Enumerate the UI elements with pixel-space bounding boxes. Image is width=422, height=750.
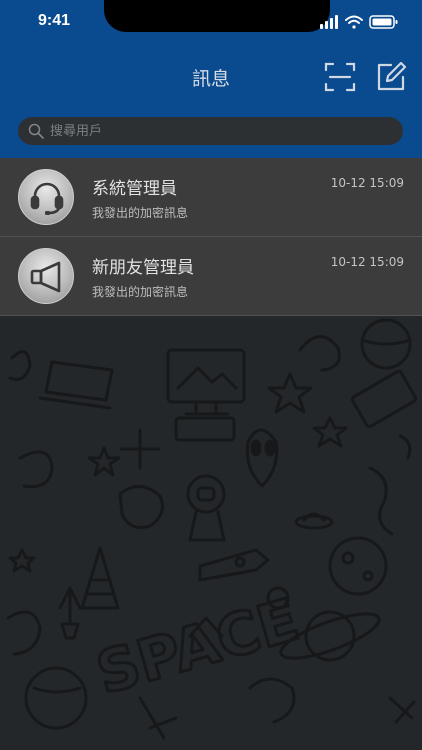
avatar [18,248,74,304]
conversation-time: 10-12 15:09 [330,176,404,190]
app-header: 9:41 訊息 [0,0,422,158]
search-input[interactable] [50,117,390,145]
status-time: 9:41 [38,12,71,29]
headset-icon [30,182,64,215]
battery-icon [369,15,398,29]
doodle-space-text: SPACE [89,585,306,707]
conversation-list: 系統管理員 10-12 15:09 我發出的加密訊息 新朋友管理員 10-12 … [0,158,422,316]
phone-screen: 9:41 訊息 搜尋用戶 系統管理員 10-12 15:09 我發出的加密訊息 … [0,0,422,750]
conversation-preview: 我發出的加密訊息 [92,285,189,299]
conversation-row[interactable]: 系統管理員 10-12 15:09 我發出的加密訊息 [0,158,422,237]
conversation-name: 系統管理員 [92,179,177,199]
conversation-row[interactable]: 新朋友管理員 10-12 15:09 我發出的加密訊息 [0,237,422,316]
search-icon [28,123,44,139]
wifi-icon [345,15,363,29]
page-title: 訊息 [191,68,230,90]
compose-button[interactable] [374,60,408,94]
avatar [18,169,74,225]
conversation-time: 10-12 15:09 [330,255,404,269]
doodle-background: SPACE [6,318,418,740]
scan-qr-button[interactable] [323,60,357,94]
conversation-preview: 我發出的加密訊息 [92,206,189,220]
status-icons [320,15,398,29]
conversation-name: 新朋友管理員 [92,258,194,278]
device-notch [104,0,330,32]
megaphone-icon [30,261,61,293]
search-bar[interactable] [18,117,403,145]
signal-icon [320,15,338,29]
